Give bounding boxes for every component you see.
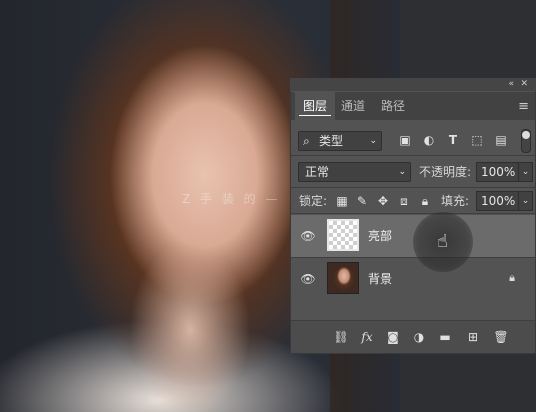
filter-row: ⌕ 类型 ⌄ ▣ ◐ T ⬚ ▤ (291, 127, 535, 155)
layers-panel: 图层 通道 路径 ≡ ⌕ 类型 ⌄ ▣ ◐ T ⬚ ▤ 正常 ⌄ 不透明度: 1… (290, 78, 536, 354)
layers-toolbar: ⛓︎ fx ◙ ◑ ▬ ⊞ 🗑︎ (291, 320, 535, 353)
filter-toggle[interactable] (521, 129, 531, 153)
blend-mode-value: 正常 (305, 165, 330, 179)
layer-thumbnail-transparent (327, 219, 359, 251)
lock-artboard-icon[interactable]: ⧈ (397, 193, 411, 209)
layer-name[interactable]: 亮部 (368, 215, 392, 257)
type-filter-icon[interactable]: T (445, 132, 461, 148)
panel-menu-icon[interactable]: ≡ (518, 99, 529, 114)
smart-object-filter-icon[interactable]: ▤ (493, 132, 509, 148)
layer-name[interactable]: 背景 (368, 258, 392, 300)
blend-row: 正常 ⌄ 不透明度: 100% ⌄ (291, 158, 535, 186)
divider (291, 213, 535, 214)
mask-icon[interactable]: ◙ (385, 329, 401, 345)
lock-transparent-pixels-icon[interactable]: ▦ (335, 193, 349, 209)
watermark: Z 手 装 的 — (182, 192, 281, 206)
panel-tabs: 图层 通道 路径 ≡ (291, 92, 535, 120)
divider (291, 155, 535, 156)
fx-icon[interactable]: fx (359, 329, 375, 345)
lock-label: 锁定: (299, 194, 328, 208)
lock-all-icon[interactable]: 🔒︎ (418, 193, 432, 209)
new-layer-icon[interactable]: ⊞ (465, 329, 481, 345)
fill-dropdown-icon[interactable]: ⌄ (518, 191, 533, 211)
blend-mode-select[interactable]: 正常 ⌄ (298, 162, 411, 182)
lock-position-icon[interactable]: ✥ (376, 193, 390, 209)
layer-row-background[interactable]: 👁︎ 背景 🔒︎ (291, 258, 535, 300)
tab-channels[interactable]: 通道 (333, 92, 373, 120)
tab-layers[interactable]: 图层 (295, 92, 336, 120)
opacity-dropdown-icon[interactable]: ⌄ (518, 162, 533, 182)
tab-paths[interactable]: 路径 (373, 92, 413, 120)
panel-header: « ✕ (290, 78, 536, 91)
lock-icon: 🔒︎ (509, 271, 515, 284)
chevron-down-icon: ⌄ (398, 167, 406, 177)
filter-kind-label: 类型 (319, 134, 344, 148)
adjustment-filter-icon[interactable]: ◐ (421, 132, 437, 148)
lock-row: 锁定: ▦ ✎ ✥ ⧈ 🔒︎ 填充: 100% ⌄ (291, 187, 535, 215)
link-icon[interactable]: ⛓︎ (333, 329, 349, 345)
adjustment-icon[interactable]: ◑ (411, 329, 427, 345)
eye-icon[interactable]: 👁︎ (300, 271, 316, 287)
collapse-panels-icon[interactable]: « (508, 78, 514, 91)
opacity-label: 不透明度: (419, 165, 472, 179)
fill-label: 填充: (441, 194, 470, 208)
chevron-down-icon: ⌄ (369, 136, 377, 146)
search-icon: ⌕ (303, 134, 310, 148)
image-filter-icon[interactable]: ▣ (397, 132, 413, 148)
lock-image-pixels-icon[interactable]: ✎ (355, 193, 369, 209)
filter-kind-select[interactable]: ⌕ 类型 ⌄ (298, 131, 382, 151)
layer-thumbnail-portrait (327, 262, 359, 294)
hand-cursor-icon: ☝︎ (437, 231, 448, 252)
group-folder-icon[interactable]: ▬ (437, 329, 453, 345)
delete-icon[interactable]: 🗑︎ (493, 329, 509, 345)
eye-icon[interactable]: 👁︎ (300, 228, 316, 244)
close-icon[interactable]: ✕ (520, 78, 528, 91)
shape-filter-icon[interactable]: ⬚ (469, 132, 485, 148)
